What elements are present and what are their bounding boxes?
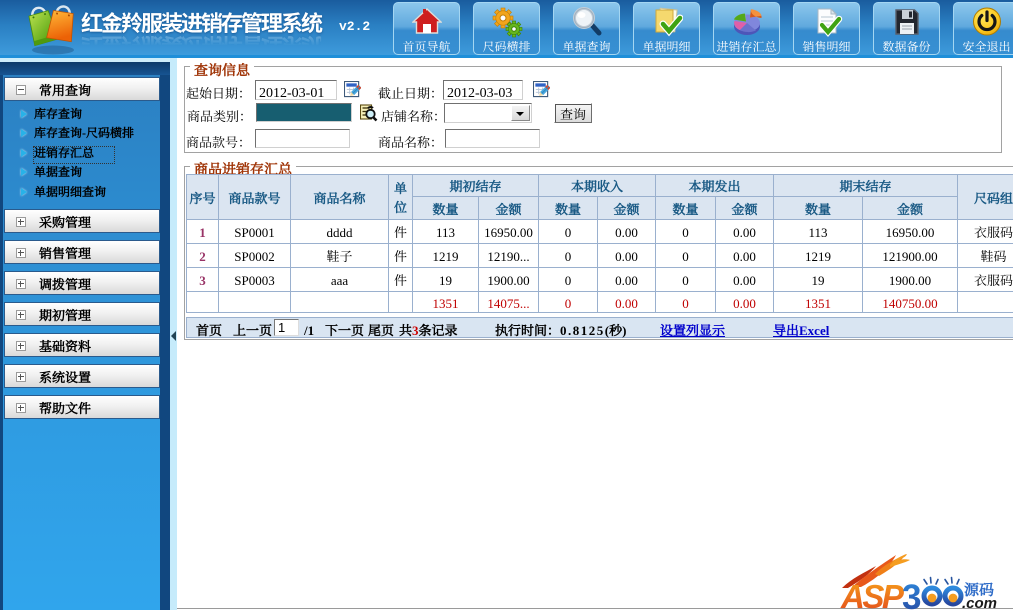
svg-text:3: 3 [902,578,921,614]
svg-text:ASP: ASP [840,578,905,614]
svg-text:.com: .com [962,595,997,612]
